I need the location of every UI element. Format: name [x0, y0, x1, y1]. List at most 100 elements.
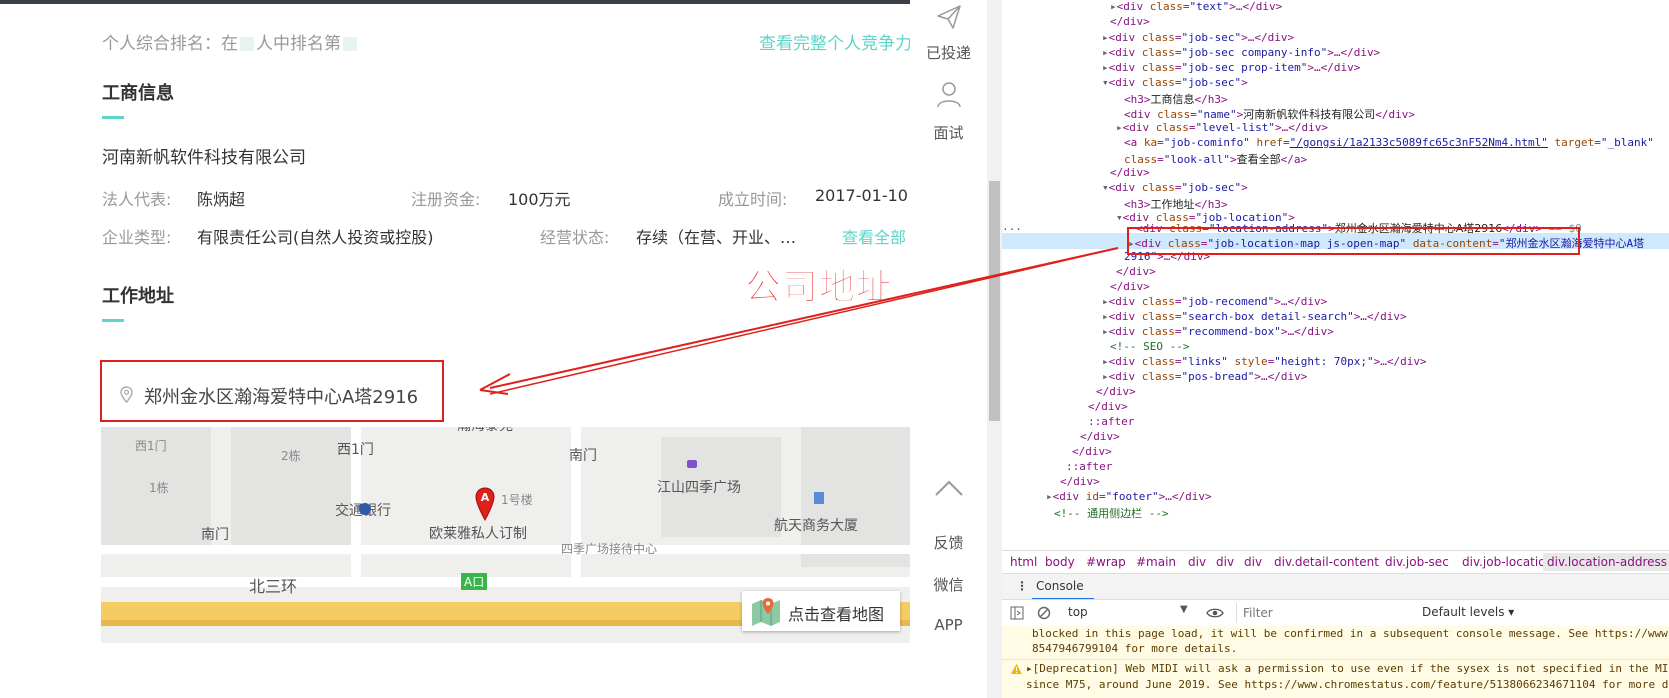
- address-map[interactable]: 西1门 2栋 西1门 瀚海泰苑 南门 1栋 交通银行 欧莱雅私人订制 江山四季广…: [101, 427, 910, 643]
- rail-item-applied[interactable]: 已投递: [910, 42, 987, 63]
- dom-line[interactable]: </div>: [1110, 280, 1150, 293]
- dom-line[interactable]: <h3>工作地址</h3>: [1124, 196, 1228, 212]
- dom-line[interactable]: class="look-all">查看全部</a>: [1124, 151, 1307, 167]
- dom-line[interactable]: ▸<div class="job-recomend">…</div>: [1102, 295, 1327, 308]
- context-select[interactable]: top: [1068, 605, 1088, 619]
- breadcrumb-item[interactable]: html: [1010, 555, 1037, 569]
- location-pin-icon: [120, 386, 133, 403]
- console-message-line: 8547946799104 for more details.: [1032, 642, 1238, 655]
- map-road: [101, 577, 910, 587]
- dom-line[interactable]: ▾<div class="job-sec">: [1102, 76, 1248, 89]
- console-drawer-tabs: ⋮ Console: [1002, 573, 1669, 600]
- kebab-menu-icon[interactable]: ⋮: [1016, 579, 1028, 593]
- dom-line[interactable]: ::after: [1066, 460, 1112, 473]
- competitiveness-link[interactable]: 查看完整个人竞争力: [759, 29, 910, 54]
- breadcrumb-item[interactable]: div.job-sec: [1385, 555, 1449, 569]
- metro-exit-label: A口: [461, 573, 488, 590]
- legal-rep-label: 法人代表:: [102, 190, 172, 209]
- map-label: 西1门: [135, 439, 167, 453]
- tab-console[interactable]: Console: [1036, 579, 1084, 593]
- dom-line[interactable]: <!-- SEO -->: [1110, 340, 1189, 353]
- company-type-label: 企业类型:: [102, 228, 172, 247]
- map-label: 1栋: [149, 481, 169, 495]
- sidebar-toggle-icon[interactable]: [1010, 606, 1024, 620]
- chevron-up-icon[interactable]: [934, 479, 964, 497]
- console-toolbar: top ▼ Default levels ▾: [1002, 599, 1669, 627]
- view-map-button[interactable]: 点击查看地图: [742, 591, 900, 631]
- send-icon[interactable]: [936, 4, 962, 30]
- map-road-label: 北三环: [249, 577, 298, 596]
- breadcrumb-item[interactable]: div: [1188, 555, 1206, 569]
- breadcrumb-item[interactable]: div: [1244, 555, 1262, 569]
- map-label: 1号楼: [501, 493, 533, 507]
- eye-icon[interactable]: [1206, 607, 1224, 619]
- dom-line[interactable]: ▸<div class="recommend-box">…</div>: [1102, 325, 1334, 338]
- rail-item-app[interactable]: APP: [910, 616, 987, 634]
- dom-line[interactable]: ▸<div id="footer">…</div>: [1046, 490, 1212, 503]
- map-label: 2栋: [281, 449, 301, 463]
- dom-line[interactable]: </div>: [1072, 445, 1112, 458]
- dom-line[interactable]: </div>: [1110, 15, 1150, 28]
- rail-item-wechat[interactable]: 微信: [910, 574, 987, 595]
- dom-line[interactable]: </div>: [1116, 265, 1156, 278]
- founded-label: 成立时间:: [718, 190, 788, 209]
- heading-underline: [102, 116, 124, 119]
- console-message-line: since M75, around June 2019. See https:/…: [1026, 678, 1669, 691]
- log-levels-select[interactable]: Default levels ▾: [1422, 605, 1514, 619]
- dom-line[interactable]: ::after: [1088, 415, 1134, 428]
- breadcrumb-item[interactable]: body: [1045, 555, 1075, 569]
- rail-item-interview[interactable]: 面试: [910, 122, 987, 143]
- dom-line[interactable]: <a ka="job-cominfo" href="/gongsi/1a2133…: [1124, 136, 1654, 149]
- console-messages: blocked in this page load, it will be co…: [1002, 626, 1669, 698]
- devtools-panel: ▸<div class="text">…</div> </div> ▸<div …: [1002, 0, 1669, 698]
- dom-line[interactable]: </div>: [1080, 430, 1120, 443]
- dom-ellipsis[interactable]: ...: [1002, 220, 1022, 233]
- breadcrumb-item-active[interactable]: div.location-address: [1543, 553, 1669, 571]
- view-map-label: 点击查看地图: [788, 605, 885, 624]
- dom-line[interactable]: </div>: [1096, 385, 1136, 398]
- filter-input[interactable]: [1236, 603, 1421, 623]
- dom-line[interactable]: </div>: [1060, 475, 1100, 488]
- scrollbar-thumb[interactable]: [989, 181, 1000, 421]
- dom-line[interactable]: <h3>工商信息</h3>: [1124, 91, 1228, 107]
- heading-underline: [102, 319, 124, 322]
- breadcrumb-item[interactable]: #wrap: [1086, 555, 1126, 569]
- dom-line[interactable]: </div>: [1110, 166, 1150, 179]
- breadcrumb-item[interactable]: div.job-location: [1462, 555, 1553, 569]
- dom-line[interactable]: ▸<div class="job-sec company-info">…</di…: [1102, 46, 1380, 59]
- dom-line[interactable]: <!-- 通用侧边栏 -->: [1054, 505, 1169, 521]
- dom-line[interactable]: ▸<div class="links" style="height: 70px;…: [1102, 355, 1427, 368]
- founded-value: 2017-01-10: [815, 186, 908, 205]
- clear-console-icon[interactable]: [1037, 606, 1051, 620]
- devtools-breadcrumbs: html body #wrap #main div div div div.de…: [1002, 550, 1669, 573]
- blurred-count: [240, 37, 254, 51]
- interview-icon[interactable]: [936, 80, 962, 108]
- map-label: 欧莱雅私人订制: [429, 526, 527, 542]
- dom-line[interactable]: ▸<div class="level-list">…</div>: [1116, 121, 1328, 134]
- map-label: 四季广场接待中心: [561, 542, 658, 556]
- context-dropdown-icon[interactable]: ▼: [1180, 604, 1188, 615]
- dom-line[interactable]: </div>: [1088, 400, 1128, 413]
- map-label: 瀚海泰苑: [457, 427, 513, 435]
- annotation-label: 公司地址: [744, 267, 894, 309]
- dom-line[interactable]: ▸<div class="text">…</div>: [1110, 0, 1282, 13]
- breadcrumb-item[interactable]: #main: [1136, 555, 1176, 569]
- legal-rep-value: 陈炳超: [197, 190, 246, 209]
- console-message-line: blocked in this page load, it will be co…: [1032, 627, 1669, 640]
- capital-label: 注册资金:: [411, 190, 481, 209]
- rail-item-feedback[interactable]: 反馈: [910, 532, 987, 553]
- dom-line[interactable]: ▸<div class="job-sec">…</div>: [1102, 31, 1294, 44]
- breadcrumb-item[interactable]: div.detail-content: [1274, 555, 1379, 569]
- map-label: 南门: [201, 527, 229, 543]
- dom-line[interactable]: ▸<div class="pos-bread">…</div>: [1102, 370, 1307, 383]
- map-label: 江山四季广场: [657, 480, 741, 496]
- dom-line[interactable]: ▸<div class="job-sec prop-item">…</div>: [1102, 61, 1360, 74]
- console-message-line: ▸[Deprecation] Web MIDI will ask a permi…: [1026, 662, 1669, 675]
- breadcrumb-item[interactable]: div: [1216, 555, 1234, 569]
- dom-line[interactable]: ▸<div class="search-box detail-search">……: [1102, 310, 1407, 323]
- status-value: 存续（在营、开业、…: [636, 228, 797, 247]
- dom-line[interactable]: ▾<div class="job-sec">: [1102, 181, 1248, 194]
- top-bar: [0, 0, 910, 4]
- dom-line[interactable]: <div class="name">河南新帆软件科技有限公司</div>: [1124, 106, 1415, 122]
- look-all-link[interactable]: 查看全部: [842, 224, 906, 248]
